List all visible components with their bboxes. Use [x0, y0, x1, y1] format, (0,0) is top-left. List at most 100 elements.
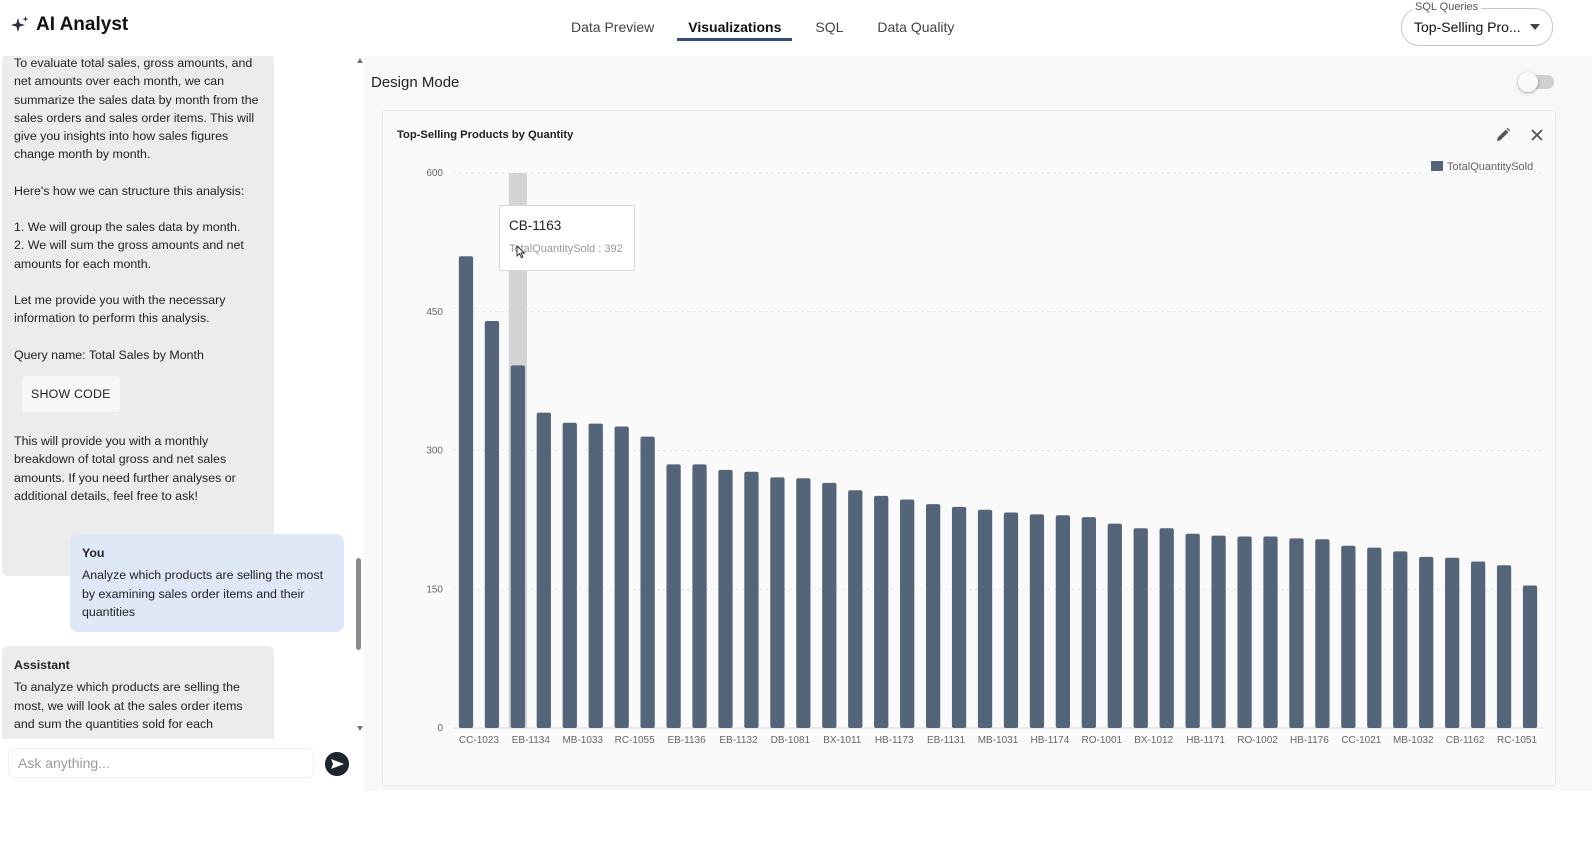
tab-sql[interactable]: SQL: [804, 0, 854, 54]
x-tick-label: HB-1174: [1031, 735, 1070, 746]
tab-data-preview[interactable]: Data Preview: [560, 0, 665, 54]
x-tick-label: DB-1081: [771, 735, 811, 746]
chart-bar: [900, 499, 915, 728]
chart-bar: [614, 426, 629, 728]
chart-bar: [484, 321, 500, 728]
sql-queries-value: Top-Selling Pro...: [1414, 19, 1521, 35]
show-code-button[interactable]: SHOW CODE: [22, 375, 120, 413]
chart-bar: [510, 365, 526, 728]
main-tabs: Data Preview Visualizations SQL Data Qua…: [560, 0, 977, 56]
chart-bar: [1341, 545, 1356, 728]
send-icon[interactable]: [325, 752, 349, 776]
chart-bar: [1159, 528, 1174, 728]
chart-bar: [692, 464, 707, 728]
chart-bar: [1393, 551, 1408, 728]
tab-visualizations[interactable]: Visualizations: [677, 0, 793, 41]
chart-bar: [1055, 515, 1071, 728]
scroll-down-arrow-icon[interactable]: [357, 726, 363, 731]
message-text: To analyze which products are selling th…: [14, 680, 243, 731]
chart-bar: [874, 495, 889, 728]
close-icon[interactable]: [1529, 127, 1545, 143]
chart-bar: [1367, 547, 1382, 728]
chart-bar: [796, 478, 811, 728]
x-tick-label: MB-1031: [978, 735, 1019, 746]
chart-bar: [1419, 556, 1434, 728]
x-tick-label: CC-1021: [1341, 735, 1381, 746]
assistant-message: Assistant To analyze which products are …: [2, 646, 274, 739]
x-tick-label: MB-1032: [1393, 735, 1434, 746]
x-tick-label: HB-1171: [1186, 735, 1225, 746]
tab-data-quality[interactable]: Data Quality: [866, 0, 965, 54]
chart-bar: [1470, 561, 1486, 728]
chart-bar: [1003, 512, 1019, 728]
x-tick-label: RO-1002: [1237, 735, 1278, 746]
app-root: AI Analyst Data Preview Visualizations S…: [0, 0, 1592, 863]
chart-bar: [925, 504, 941, 728]
x-tick-label: MB-1033: [562, 735, 603, 746]
chart-bar: [1107, 523, 1122, 728]
mouse-pointer-icon: [516, 245, 526, 259]
chart-title: Top-Selling Products by Quantity: [397, 129, 574, 141]
chart-bar: [1445, 557, 1460, 728]
sql-queries-select[interactable]: SQL Queries Top-Selling Pro...: [1401, 1, 1553, 46]
user-message: You Analyze which products are selling t…: [70, 534, 344, 632]
query-name: Query name: Total Sales by Month: [14, 347, 204, 362]
message-paragraph: Here's how we can structure this analysi…: [14, 183, 245, 198]
pencil-icon[interactable]: [1495, 127, 1511, 143]
x-tick-label: EB-1134: [512, 735, 551, 746]
chart-bar: [1029, 514, 1045, 728]
chat-input-box: [8, 748, 314, 778]
chart-bar: [1237, 536, 1252, 728]
chat-panel: To evaluate total sales, gross amounts, …: [0, 56, 362, 739]
chart-bar: [458, 256, 474, 728]
chart-bar: [1315, 539, 1330, 728]
message-paragraph: 1. We will group the sales data by month…: [14, 220, 241, 235]
tooltip-value: 392: [604, 243, 623, 255]
x-tick-label: RC-1051: [1497, 735, 1537, 746]
chart-bar: [977, 509, 993, 728]
chart-bar: [822, 482, 837, 728]
sql-queries-label: SQL Queries: [1412, 1, 1482, 13]
caret-down-icon: [1530, 24, 1540, 30]
chart-bar: [770, 477, 785, 728]
tooltip-value-row: TotalQuantitySold : 392: [509, 243, 623, 255]
chart-bar: [1133, 528, 1148, 728]
chart-bar: [1185, 533, 1200, 728]
sparkle-icon: [11, 16, 29, 32]
ask-input[interactable]: [18, 755, 308, 771]
y-tick-label: 300: [426, 446, 443, 457]
message-paragraph: Let me provide you with the necessary in…: [14, 292, 226, 326]
top-bar: AI Analyst Data Preview Visualizations S…: [0, 0, 1592, 56]
chart-card: 0 150 300 450 600 CC-1023 EB-1134 MB-1033 RC-105…: [382, 110, 1556, 786]
scroll-up-arrow-icon[interactable]: [357, 58, 363, 63]
chart-bar: [588, 423, 603, 728]
chart-bar: [1289, 538, 1304, 728]
y-tick-label: 600: [426, 168, 443, 179]
message-paragraph: This will provide you with a monthly bre…: [14, 434, 236, 504]
chart-bar: [666, 464, 681, 728]
y-tick-label: 450: [426, 307, 443, 318]
chart-bar: [951, 506, 967, 728]
chart-bar: [1211, 535, 1226, 728]
chart-bar: [1522, 585, 1538, 728]
x-tick-label: RO-1001: [1082, 735, 1123, 746]
x-tick-label: HB-1173: [875, 735, 914, 746]
message-paragraph: 2. We will sum the gross amounts and net…: [14, 238, 244, 271]
chat-scrollbar-thumb[interactable]: [356, 558, 361, 650]
message-author: You: [82, 546, 105, 560]
message-text: Analyze which products are selling the m…: [82, 568, 324, 619]
x-tick-label: HB-1176: [1290, 735, 1329, 746]
tooltip-category: CB-1163: [509, 218, 562, 233]
chart-bar: [562, 422, 577, 728]
chart-bar: [1263, 536, 1278, 728]
chart-bar: [536, 412, 551, 728]
design-mode-toggle[interactable]: [1518, 72, 1554, 92]
chart-bar: [1496, 565, 1512, 728]
x-tick-label: RC-1055: [615, 735, 655, 746]
message-author: Assistant: [14, 658, 70, 672]
brand: AI Analyst: [10, 14, 128, 36]
message-paragraph: To evaluate total sales, gross amounts, …: [14, 56, 259, 162]
visualization-area: Design Mode 0 150 300 450 600 CC-1023 EB-1134 M…: [364, 56, 1592, 791]
chart-tooltip: CB-1163 TotalQuantitySold : 392: [499, 205, 635, 271]
legend-label: TotalQuantitySold: [1447, 161, 1533, 173]
